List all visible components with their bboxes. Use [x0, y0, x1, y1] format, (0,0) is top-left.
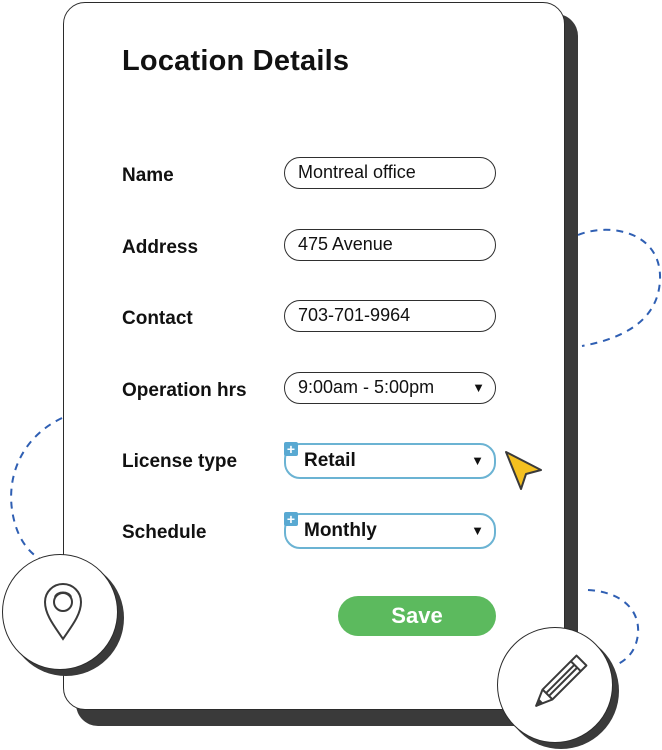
- cursor-icon: [505, 451, 542, 490]
- license-type-value: Retail: [304, 450, 356, 471]
- chevron-down-icon: ▼: [472, 380, 485, 395]
- name-field[interactable]: Montreal office: [284, 157, 496, 189]
- name-label: Name: [122, 165, 174, 186]
- plus-icon: +: [284, 512, 298, 526]
- edit-circle: [497, 627, 619, 749]
- plus-icon: +: [284, 442, 298, 456]
- operation-hrs-select[interactable]: 9:00am - 5:00pm ▼: [284, 372, 496, 404]
- operation-hrs-label: Operation hrs: [122, 380, 247, 401]
- pencil-icon: [535, 654, 588, 707]
- address-field[interactable]: 475 Avenue: [284, 229, 496, 261]
- schedule-label: Schedule: [122, 522, 207, 543]
- location-circle: [2, 554, 124, 676]
- license-type-select[interactable]: + Retail ▼: [284, 442, 496, 479]
- schedule-value: Monthly: [304, 520, 377, 541]
- contact-field[interactable]: 703-701-9964: [284, 300, 496, 332]
- contact-label: Contact: [122, 308, 193, 329]
- page-title: Location Details: [122, 45, 350, 77]
- save-button[interactable]: Save: [338, 596, 496, 636]
- chevron-down-icon: ▼: [471, 523, 484, 538]
- license-type-label: License type: [122, 451, 238, 472]
- chevron-down-icon: ▼: [471, 453, 484, 468]
- location-pin-icon: [43, 582, 83, 641]
- schedule-select[interactable]: + Monthly ▼: [284, 512, 496, 549]
- address-label: Address: [122, 237, 199, 258]
- operation-hrs-value: 9:00am - 5:00pm: [298, 377, 435, 397]
